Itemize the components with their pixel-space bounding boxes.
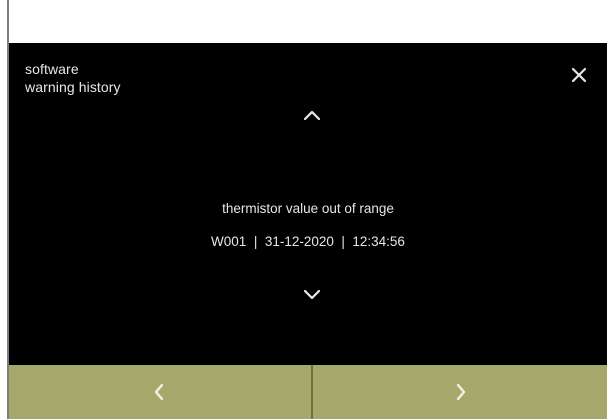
chevron-up-icon xyxy=(303,110,321,121)
chevron-right-icon xyxy=(456,383,466,401)
warning-meta: W001 | 31-12-2020 | 12:34:56 xyxy=(211,234,405,249)
next-button[interactable] xyxy=(313,365,607,419)
scroll-up-button[interactable] xyxy=(302,108,322,122)
close-button[interactable] xyxy=(569,65,589,85)
previous-button[interactable] xyxy=(9,365,311,419)
scroll-down-button[interactable] xyxy=(302,288,322,302)
warning-message: thermistor value out of range xyxy=(222,201,394,216)
chevron-down-icon xyxy=(303,289,321,300)
title-line-1: software xyxy=(25,61,79,77)
app-frame: software warning history thermistor valu… xyxy=(0,0,607,419)
chevron-left-icon xyxy=(154,383,164,401)
page-title: software warning history xyxy=(25,60,121,96)
title-line-2: warning history xyxy=(25,79,121,95)
close-icon xyxy=(571,67,587,83)
